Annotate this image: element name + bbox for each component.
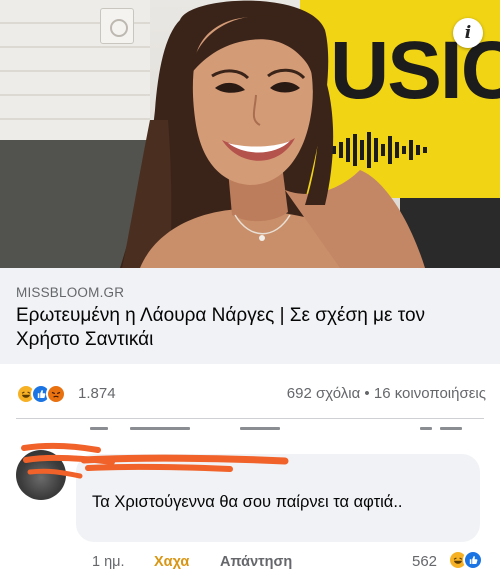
- link-preview-card[interactable]: MISSBLOOM.GR Ερωτευμένη η Λάουρα Νάργες …: [0, 268, 500, 364]
- haha-reaction-button[interactable]: Χαχα: [154, 554, 189, 570]
- divider: [16, 418, 484, 419]
- cut-off-text-row: [90, 427, 462, 430]
- comments-shares-count[interactable]: 692 σχόλια • 16 κοινοποιήσεις: [287, 385, 486, 402]
- comment-reactions[interactable]: 562: [412, 550, 492, 572]
- redacted-name-scribble: [80, 454, 289, 472]
- reaction-icons[interactable]: [16, 384, 76, 404]
- comment-text: Τα Χριστούγεννα θα σου παίρνει τα αφτιά.…: [92, 493, 403, 511]
- link-domain: MISSBLOOM.GR: [16, 285, 125, 300]
- link-preview-image[interactable]: USIC i: [0, 0, 500, 268]
- angry-reaction-icon: [46, 384, 66, 404]
- link-headline[interactable]: Ερωτευμένη η Λάουρα Νάργες | Σε σχέση με…: [16, 304, 486, 352]
- woman-portrait: [120, 0, 425, 268]
- comment-reaction-count: 562: [412, 553, 438, 570]
- reactions-bar: 1.874 692 σχόλια • 16 κοινοποιήσεις: [0, 372, 500, 414]
- reaction-count[interactable]: 1.874: [78, 385, 116, 402]
- comment-timestamp[interactable]: 1 ημ.: [92, 554, 125, 570]
- reply-button[interactable]: Απάντηση: [220, 554, 292, 570]
- like-reaction-icon: [463, 550, 483, 570]
- info-icon[interactable]: i: [453, 18, 483, 48]
